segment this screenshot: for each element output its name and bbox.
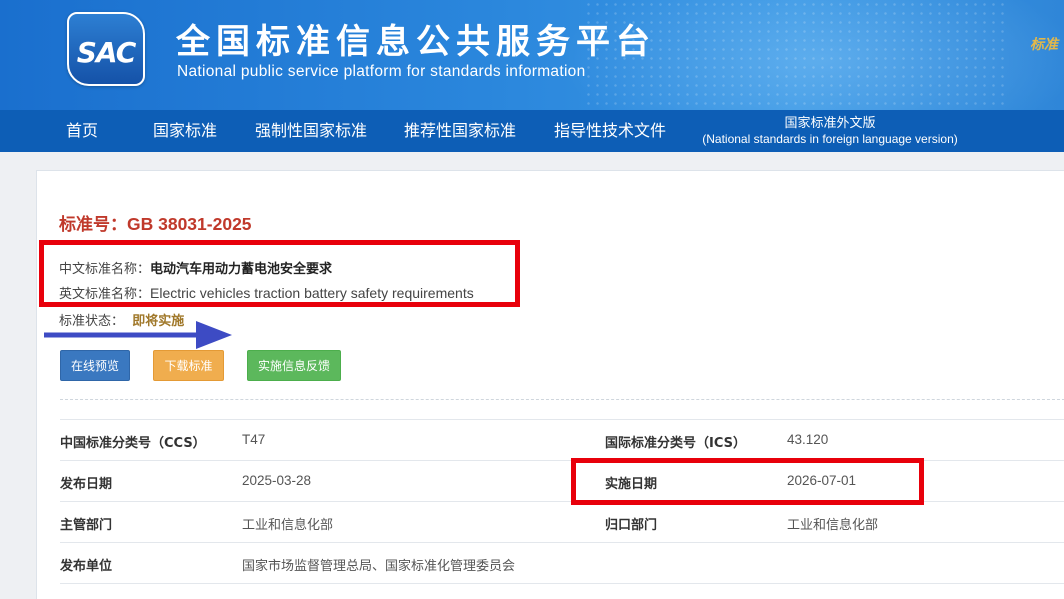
ccs-label: 中国标准分类号（CCS） (60, 436, 206, 451)
table-row-divider (60, 542, 1064, 543)
online-preview-button[interactable]: 在线预览 (60, 350, 130, 381)
download-standard-button[interactable]: 下载标准 (153, 350, 224, 381)
section-divider (60, 399, 1064, 400)
table-row-divider (60, 583, 1064, 584)
ccs-value: T47 (242, 432, 266, 447)
responsible-dept-value: 工业和信息化部 (787, 518, 879, 533)
nav-foreign-label-cn: 国家标准外文版 (784, 116, 876, 131)
site-subtitle: National public service platform for sta… (177, 63, 586, 80)
implementation-feedback-button[interactable]: 实施信息反馈 (247, 350, 341, 381)
publish-date-value: 2025-03-28 (242, 473, 312, 488)
sac-logo-text: SAC (76, 36, 137, 69)
corner-decoration: 标准 (1030, 37, 1058, 53)
nav-item-guidance-documents[interactable]: 指导性技术文件 (554, 110, 666, 152)
responsible-dept-label: 归口部门 (605, 518, 658, 533)
competent-dept-value: 工业和信息化部 (242, 518, 334, 533)
nav-item-mandatory-standards[interactable]: 强制性国家标准 (255, 110, 367, 152)
ics-label: 国际标准分类号（ICS） (605, 436, 746, 451)
nav-item-home[interactable]: 首页 (66, 110, 98, 152)
competent-dept-label: 主管部门 (60, 518, 113, 533)
ics-value: 43.120 (787, 432, 829, 447)
highlight-box-standard-names (39, 240, 520, 307)
sac-logo[interactable]: SAC (67, 12, 145, 86)
annotation-arrow-icon (44, 321, 232, 349)
standard-number: GB 38031-2025 (127, 214, 252, 234)
site-title: 全国标准信息公共服务平台 (176, 22, 656, 62)
standard-number-label: 标准号： (59, 215, 127, 235)
standard-number-heading: 标准号：GB 38031-2025 (59, 210, 252, 235)
highlight-box-implementation-date (571, 458, 924, 505)
issuer-value: 国家市场监督管理总局、国家标准化管理委员会 (242, 559, 516, 574)
nav-item-foreign-language[interactable]: 国家标准外文版 (National standards in foreign l… (695, 116, 965, 147)
nav-item-recommended-standards[interactable]: 推荐性国家标准 (404, 110, 516, 152)
site-header-banner: SAC 全国标准信息公共服务平台 National public service… (0, 0, 1064, 110)
nav-item-national-standards[interactable]: 国家标准 (153, 110, 217, 152)
publish-date-label: 发布日期 (60, 477, 113, 492)
table-row-divider (60, 419, 1064, 420)
nav-foreign-label-en: (National standards in foreign language … (702, 132, 958, 146)
main-nav: 首页 国家标准 强制性国家标准 推荐性国家标准 指导性技术文件 国家标准外文版 … (0, 110, 1064, 152)
issuer-label: 发布单位 (60, 559, 113, 574)
